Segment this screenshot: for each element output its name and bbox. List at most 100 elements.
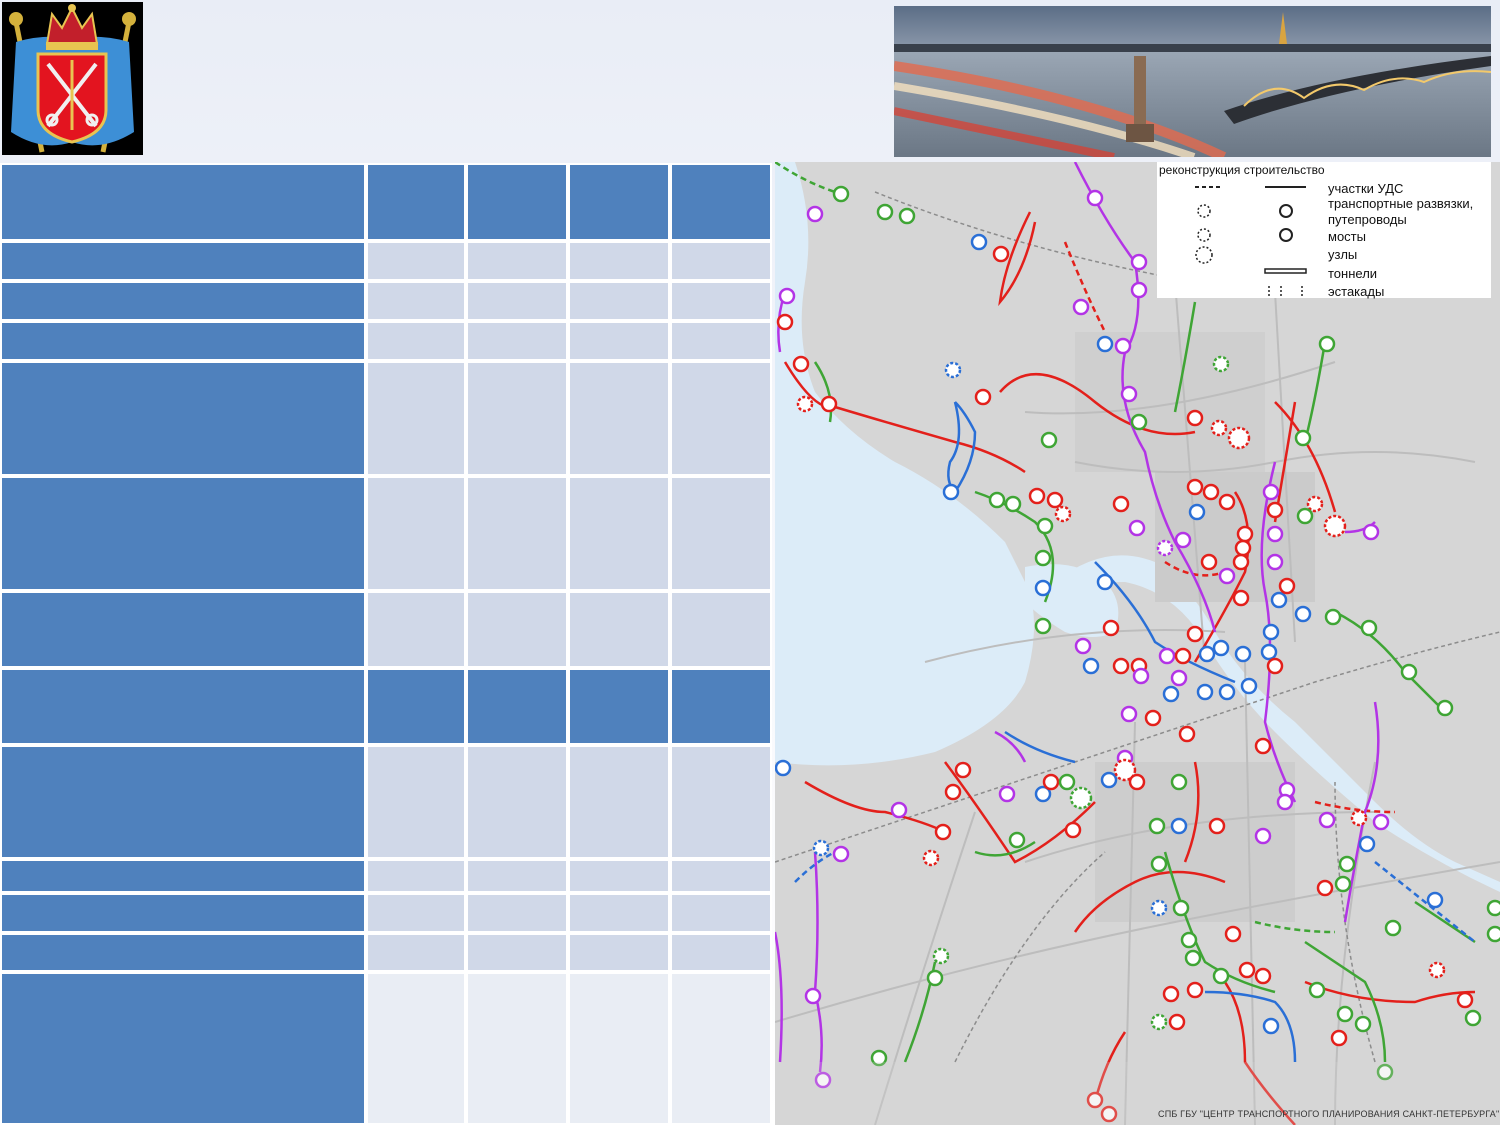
- table-row: [0, 933, 772, 972]
- table-cell: [670, 972, 772, 1125]
- table-cell: [568, 163, 670, 241]
- node-reconstruction-icon: [1195, 246, 1213, 264]
- table-cell: [466, 361, 568, 476]
- table-cell: [670, 591, 772, 668]
- table-cell: [568, 893, 670, 933]
- table-row: [0, 591, 772, 668]
- table-cell: [366, 241, 466, 281]
- row-label-cell: [0, 591, 366, 668]
- table-row: [0, 668, 772, 745]
- table-cell: [466, 893, 568, 933]
- table-cell: [366, 591, 466, 668]
- table-cell: [568, 668, 670, 745]
- legend-symbols: [1195, 186, 1307, 296]
- table-cell: [366, 163, 466, 241]
- table-cell: [670, 893, 772, 933]
- legend-item-interchange: транспортные развязки,: [1328, 196, 1474, 211]
- table-cell: [366, 361, 466, 476]
- table-cell: [568, 933, 670, 972]
- table-cell: [366, 281, 466, 321]
- table-cell: [670, 281, 772, 321]
- table-row: [0, 859, 772, 893]
- tunnel-icon: [1264, 268, 1307, 274]
- row-label-cell: [0, 668, 366, 745]
- interchange-reconstruction-icon: [1197, 204, 1211, 218]
- table-cell: [366, 476, 466, 591]
- bridge-reconstruction-icon: [1197, 228, 1211, 242]
- table-cell: [670, 859, 772, 893]
- table-row: [0, 745, 772, 859]
- table-cell: [568, 745, 670, 859]
- table-cell: [466, 163, 568, 241]
- table-cell: [366, 972, 466, 1125]
- table-row: [0, 321, 772, 361]
- table-cell: [466, 321, 568, 361]
- bridge-photo: [894, 6, 1491, 157]
- table-cell: [466, 859, 568, 893]
- row-label-cell: [0, 163, 366, 241]
- table-cell: [568, 321, 670, 361]
- table-cell: [670, 241, 772, 281]
- row-label-cell: [0, 933, 366, 972]
- table-cell: [466, 933, 568, 972]
- table-cell: [670, 933, 772, 972]
- table-row: [0, 241, 772, 281]
- row-label-cell: [0, 241, 366, 281]
- row-label-cell: [0, 859, 366, 893]
- bridge-construction-icon: [1279, 228, 1293, 242]
- table-cell: [466, 591, 568, 668]
- table-cell: [568, 476, 670, 591]
- interchange-construction-icon: [1279, 204, 1293, 218]
- table-cell: [568, 281, 670, 321]
- map-canvas: [775, 162, 1500, 1125]
- table-cell: [466, 972, 568, 1125]
- data-table: [0, 163, 772, 1125]
- table-cell: [670, 668, 772, 745]
- coat-of-arms-icon: [2, 2, 143, 155]
- table-cell: [568, 591, 670, 668]
- map-legend: реконструкция строительство участки УДС …: [1157, 162, 1491, 299]
- table-cell: [568, 241, 670, 281]
- table-row: [0, 281, 772, 321]
- table-row: [0, 476, 772, 591]
- row-label-cell: [0, 361, 366, 476]
- legend-item-flyover: эстакады: [1328, 284, 1385, 299]
- table-cell: [670, 745, 772, 859]
- table-cell: [366, 893, 466, 933]
- city-map: [775, 162, 1500, 1125]
- table-cell: [366, 668, 466, 745]
- legend-item-road: участки УДС: [1328, 181, 1404, 196]
- table-cell: [466, 476, 568, 591]
- table-row: [0, 893, 772, 933]
- header: [0, 0, 1500, 160]
- table-cell: [366, 321, 466, 361]
- table-cell: [366, 933, 466, 972]
- table-cell: [466, 281, 568, 321]
- row-label-cell: [0, 745, 366, 859]
- row-label-cell: [0, 893, 366, 933]
- table-cell: [366, 745, 466, 859]
- table-row: [0, 163, 772, 241]
- table-cell: [670, 476, 772, 591]
- table-cell: [366, 859, 466, 893]
- legend-item-node: узлы: [1328, 247, 1358, 262]
- map-credit: СПБ ГБУ "ЦЕНТР ТРАНСПОРТНОГО ПЛАНИРОВАНИ…: [1158, 1109, 1500, 1119]
- table-cell: [466, 241, 568, 281]
- table-cell: [670, 163, 772, 241]
- table-cell: [568, 361, 670, 476]
- legend-item-tunnel: тоннели: [1328, 266, 1378, 281]
- table-cell: [670, 361, 772, 476]
- table-cell: [568, 859, 670, 893]
- row-label-cell: [0, 476, 366, 591]
- table-row: [0, 361, 772, 476]
- table-cell: [670, 321, 772, 361]
- table-cell: [466, 745, 568, 859]
- legend-item-overpass: путепроводы: [1328, 212, 1407, 227]
- table-cell: [568, 972, 670, 1125]
- row-label-cell: [0, 281, 366, 321]
- table-cell: [466, 668, 568, 745]
- legend-item-bridge: мосты: [1328, 229, 1366, 244]
- row-label-cell: [0, 321, 366, 361]
- table-row: [0, 972, 772, 1125]
- row-label-cell: [0, 972, 366, 1125]
